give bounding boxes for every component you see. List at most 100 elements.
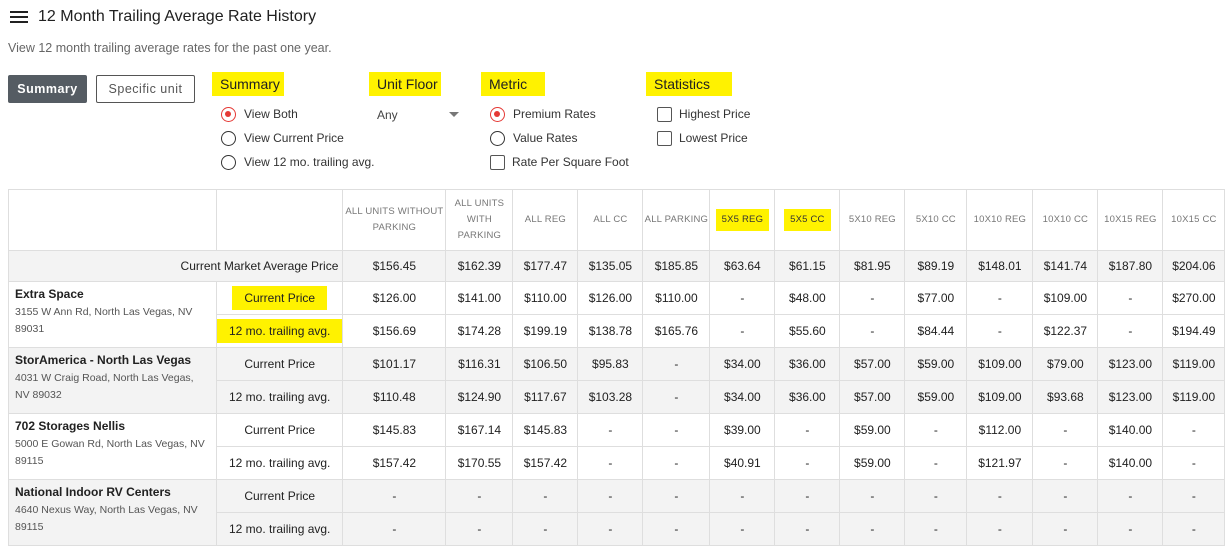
price-cell: - <box>642 413 711 447</box>
row-type-text: Current Price <box>244 489 316 503</box>
table-body: Current Market Average Price $156.45 $162.… <box>8 250 1226 546</box>
row-type-label: 12 mo. trailing avg. <box>215 314 344 348</box>
view-trailing-avg-option[interactable]: View 12 mo. trailing avg. <box>221 153 375 171</box>
view-current-price-option[interactable]: View Current Price <box>221 129 344 147</box>
price-cell: - <box>642 479 711 513</box>
column-header-label: 10X15 CC <box>1171 214 1217 225</box>
column-header[interactable]: 5X5 CC <box>774 189 841 251</box>
option-label: Premium Rates <box>513 107 596 121</box>
table-row: National Indoor RV Centers 4640 Nexus Way… <box>8 479 1226 546</box>
view-both-option[interactable]: View Both <box>221 105 298 123</box>
column-header[interactable]: 5X5 REG <box>709 189 776 251</box>
column-header-label: 10X15 REG <box>1104 214 1157 225</box>
price-cell: - <box>512 479 579 513</box>
price-cell: - <box>1162 446 1226 480</box>
specific-unit-button[interactable]: Specific unit <box>96 75 195 103</box>
column-header[interactable]: 10X15 REG <box>1097 189 1164 251</box>
facility-name[interactable]: StorAmerica - North Las Vegas <box>15 353 210 368</box>
column-header[interactable]: 5X10 CC <box>904 189 968 251</box>
radio-selected-icon[interactable] <box>221 106 236 122</box>
radio-icon[interactable] <box>490 130 505 146</box>
price-cell: - <box>342 512 447 546</box>
rate-table-container[interactable]: ALL UNITS WITHOUT PARKING ALL UNITS WITH … <box>8 189 1228 548</box>
radio-icon[interactable] <box>221 154 236 170</box>
price-cell: $101.17 <box>342 347 447 381</box>
row-type-label: Current Price <box>215 413 344 447</box>
unit-floor-select[interactable]: Any <box>377 105 461 125</box>
price-cell: $34.00 <box>709 380 776 414</box>
price-cell: - <box>839 281 906 315</box>
option-label: View 12 mo. trailing avg. <box>244 155 375 169</box>
row-type-label: 12 mo. trailing avg. <box>215 380 344 414</box>
column-header[interactable]: 5X10 REG <box>839 189 906 251</box>
market-average-cell: $156.45 <box>342 250 447 282</box>
price-cell: - <box>966 512 1034 546</box>
checkbox-icon[interactable] <box>657 130 672 146</box>
option-label: Value Rates <box>513 131 578 145</box>
price-cell: $109.00 <box>966 380 1034 414</box>
facility-name[interactable]: National Indoor RV Centers <box>15 485 210 500</box>
facility-address: 4031 W Craig Road, North Las Vegas, NV 8… <box>15 372 194 401</box>
price-cell: $77.00 <box>904 281 968 315</box>
facility-name[interactable]: Extra Space <box>15 287 210 302</box>
row-type-label: Current Price <box>215 347 344 381</box>
column-header[interactable]: 10X10 CC <box>1032 189 1099 251</box>
row-type-label: Current Price <box>215 281 344 315</box>
radio-icon[interactable] <box>221 130 236 146</box>
price-cell: $112.00 <box>966 413 1034 447</box>
row-type-text: 12 mo. trailing avg. <box>217 319 342 343</box>
price-cell: - <box>1097 512 1164 546</box>
column-header[interactable]: 10X15 CC <box>1162 189 1226 251</box>
price-cell: $59.00 <box>904 380 968 414</box>
row-type-text: Current Price <box>232 286 328 310</box>
rate-per-sqft-checkbox[interactable]: Rate Per Square Foot <box>490 153 629 171</box>
table-header: ALL UNITS WITHOUT PARKING ALL UNITS WITH … <box>8 189 1226 251</box>
checkbox-icon[interactable] <box>490 154 505 170</box>
option-label: View Current Price <box>244 131 344 145</box>
column-header[interactable]: ALL REG <box>512 189 579 251</box>
facility-name[interactable]: 702 Storages Nellis <box>15 419 210 434</box>
chevron-down-icon[interactable] <box>449 112 459 117</box>
summary-button[interactable]: Summary <box>8 75 87 103</box>
price-cell: $117.67 <box>512 380 579 414</box>
market-average-cell: $61.15 <box>774 250 841 282</box>
radio-selected-icon[interactable] <box>490 106 505 122</box>
price-cell: - <box>839 512 906 546</box>
price-cell: $157.42 <box>342 446 447 480</box>
price-cell: $84.44 <box>904 314 968 348</box>
row-type-text: 12 mo. trailing avg. <box>229 522 331 536</box>
price-cell: - <box>1032 479 1099 513</box>
price-cell: $119.00 <box>1162 347 1226 381</box>
highest-price-checkbox[interactable]: Highest Price <box>657 105 750 123</box>
price-cell: - <box>642 347 711 381</box>
price-cell: $167.14 <box>445 413 514 447</box>
column-header-label: 5X5 CC <box>784 209 831 231</box>
value-rates-option[interactable]: Value Rates <box>490 129 577 147</box>
page-header: 12 Month Trailing Average Rate History <box>10 6 316 28</box>
price-cell: $40.91 <box>709 446 776 480</box>
price-cell: - <box>577 413 644 447</box>
column-header-label: ALL PARKING <box>644 214 709 225</box>
premium-rates-option[interactable]: Premium Rates <box>490 105 596 123</box>
header-blank-cell <box>215 189 344 251</box>
price-cell: $34.00 <box>709 347 776 381</box>
price-cell: - <box>642 512 711 546</box>
column-header[interactable]: ALL UNITS WITHOUT PARKING <box>342 189 447 251</box>
column-header[interactable]: ALL CC <box>577 189 644 251</box>
column-header[interactable]: 10X10 REG <box>966 189 1034 251</box>
checkbox-icon[interactable] <box>657 106 672 122</box>
column-header-label: ALL REG <box>524 214 566 225</box>
price-cell: $270.00 <box>1162 281 1226 315</box>
price-cell: $199.19 <box>512 314 579 348</box>
menu-icon[interactable] <box>10 10 28 24</box>
option-label: Lowest Price <box>679 131 748 145</box>
market-average-cell: $81.95 <box>839 250 906 282</box>
market-average-cell: $141.74 <box>1032 250 1099 282</box>
price-cell: $39.00 <box>709 413 776 447</box>
column-header-label: 10X10 CC <box>1042 214 1089 225</box>
column-header-label: ALL UNITS WITH PARKING <box>454 198 505 241</box>
price-cell: - <box>904 512 968 546</box>
lowest-price-checkbox[interactable]: Lowest Price <box>657 129 748 147</box>
column-header[interactable]: ALL PARKING <box>642 189 711 251</box>
column-header[interactable]: ALL UNITS WITH PARKING <box>445 189 514 251</box>
